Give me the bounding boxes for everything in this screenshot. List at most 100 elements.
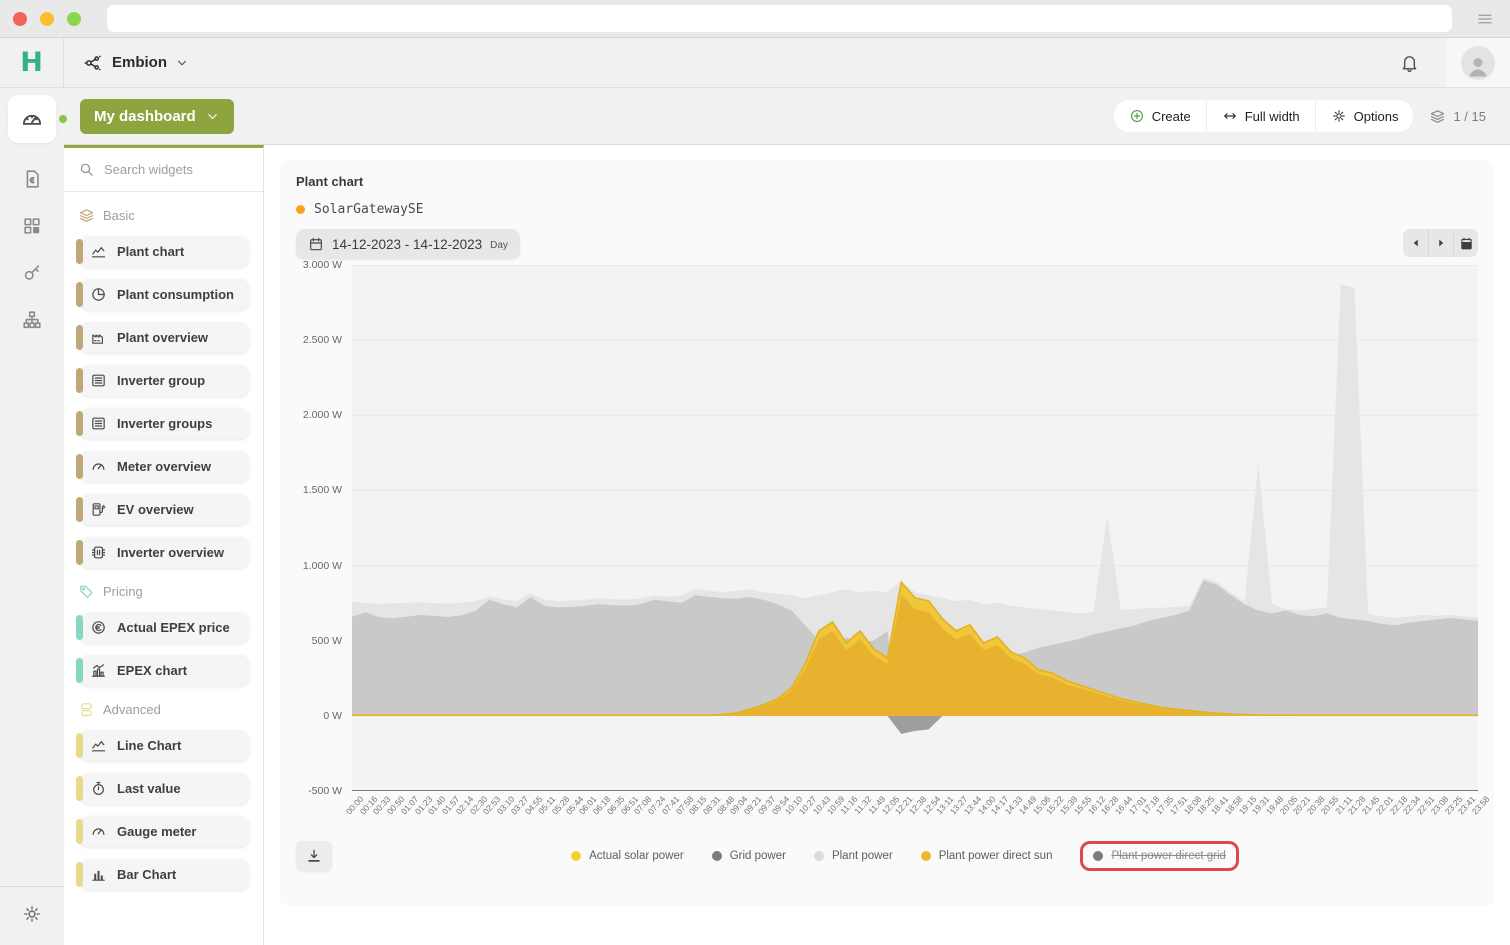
chevron-down-icon [205,109,220,124]
sidebar-item-widgets[interactable] [21,215,43,237]
y-tick-label: 3.000 W [303,259,342,271]
avatar[interactable] [1461,46,1495,80]
chart-legend: Actual solar power Grid power Plant power P… [332,850,1478,862]
legend-item-grid-power[interactable]: Grid power [712,850,786,862]
legend-label: Plant power [832,850,893,862]
widget-card-actual-epex-price[interactable]: Actual EPEX price [80,612,249,643]
y-tick-label: 2.000 W [303,409,342,421]
widget-card-label: Inverter groups [117,416,212,431]
layers-icon [78,207,95,224]
date-range-picker[interactable]: 14-12-2023 - 14-12-2023 Day [296,229,520,259]
legend-label: Actual solar power [589,850,684,862]
address-bar[interactable] [107,5,1452,32]
widget-card-meter-overview[interactable]: Meter overview [80,451,249,482]
sidebar-rail [0,88,64,945]
avatar-cell [1446,38,1510,87]
legend-item-plant-power-direct-grid[interactable]: Plant power direct grid [1080,841,1238,871]
device-label: SolarGatewaySE [314,202,424,217]
zoom-window-button[interactable] [67,12,81,26]
full-width-label: Full width [1245,109,1300,124]
organization-selector[interactable]: Embion [82,52,189,74]
legend-dot [1093,851,1103,861]
device-status-dot [296,205,305,214]
y-tick-label: 1.000 W [303,560,342,572]
device-row: SolarGatewaySE [296,202,1478,217]
meter-icon [90,458,107,475]
sidebar-item-dashboard[interactable] [8,95,56,143]
widget-card-label: EPEX chart [117,663,187,678]
options-label: Options [1354,109,1399,124]
sidebar-divider [0,886,64,887]
next-period-button[interactable] [1428,229,1453,257]
widget-card-last-value[interactable]: Last value [80,773,249,804]
dashboard-selector-button[interactable]: My dashboard [80,99,234,134]
legend-item-plant-power[interactable]: Plant power [814,850,893,862]
date-mode-label: Day [490,240,508,251]
dashboard-page-indicator: 1 / 15 [1429,108,1486,125]
widget-card-label: Gauge meter [117,824,196,839]
widget-section-header-pricing: Pricing [78,583,249,600]
date-range-label: 14-12-2023 - 14-12-2023 [332,237,482,252]
arrows-horizontal-icon [1222,108,1238,124]
search-icon [78,161,95,178]
widget-card-ev-overview[interactable]: EV overview [80,494,249,525]
widget-card-inverter-overview[interactable]: Inverter overview [80,537,249,568]
meter-icon [90,823,107,840]
legend-dot [712,851,722,861]
legend-dot [921,851,931,861]
x-axis: 00:0000:1600:3300:5001:0701:2301:4001:57… [354,791,1480,841]
minimize-window-button[interactable] [40,12,54,26]
sidebar-item-billing[interactable] [21,168,43,190]
notifications-bell-icon[interactable] [1399,52,1420,73]
widget-card-epex-chart[interactable]: EPEX chart [80,655,249,686]
widget-card-plant-overview[interactable]: Plant overview [80,322,249,353]
sidebar-item-settings[interactable] [21,903,43,925]
app-header: H Embion [0,38,1510,88]
widget-card-inverter-groups[interactable]: Inverter groups [80,408,249,439]
network-icon [82,52,104,74]
widget-card-label: Line Chart [117,738,181,753]
chart-plot-area[interactable] [352,265,1478,791]
options-button[interactable]: Options [1315,100,1414,132]
widget-panel: BasicPlant chartPlant consumptionPlant o… [64,145,264,945]
y-axis: 3.000 W2.500 W2.000 W1.500 W1.000 W500 W… [296,265,352,791]
dashboard-toolbar: My dashboard Create Full width Options [64,88,1510,145]
list-icon [90,372,107,389]
search-input[interactable] [104,162,234,177]
browser-menu-icon[interactable] [1476,10,1494,28]
download-chart-button[interactable] [296,841,332,871]
widget-card-inverter-group[interactable]: Inverter group [80,365,249,396]
widget-card-label: Last value [117,781,181,796]
plant-chart-widget: Plant chart SolarGatewaySE 14-12-2023 - … [280,160,1494,906]
list-icon [90,415,107,432]
legend-label: Plant power direct grid [1111,850,1225,862]
app-logo[interactable]: H [0,38,64,87]
widget-card-gauge-meter[interactable]: Gauge meter [80,816,249,847]
widget-card-bar-chart[interactable]: Bar Chart [80,859,249,890]
pie-chart-icon [90,286,107,303]
previous-period-button[interactable] [1403,229,1428,257]
section-label: Advanced [103,702,161,717]
widget-card-label: Plant consumption [117,287,234,302]
create-button[interactable]: Create [1114,100,1206,132]
date-nav [1403,229,1478,257]
widget-card-line-chart[interactable]: Line Chart [80,730,249,761]
widget-section-header-advanced: Advanced [78,701,249,718]
y-tick-label: 0 W [323,710,342,722]
widget-card-plant-chart[interactable]: Plant chart [80,236,249,267]
close-window-button[interactable] [13,12,27,26]
jump-to-date-button[interactable] [1453,229,1478,257]
legend-item-actual-solar-power[interactable]: Actual solar power [571,850,684,862]
euro-coin-icon [90,619,107,636]
widget-card-plant-consumption[interactable]: Plant consumption [80,279,249,310]
full-width-button[interactable]: Full width [1206,100,1315,132]
sidebar-item-access-keys[interactable] [21,262,43,284]
line-chart-icon [90,243,107,260]
widget-card-label: Plant chart [117,244,184,259]
legend-item-plant-power-direct-sun[interactable]: Plant power direct sun [921,850,1053,862]
widget-card-label: Actual EPEX price [117,620,230,635]
widget-card-label: Inverter overview [117,545,224,560]
y-tick-label: -500 W [308,785,342,797]
sidebar-item-topology[interactable] [21,309,43,331]
legend-dot [571,851,581,861]
